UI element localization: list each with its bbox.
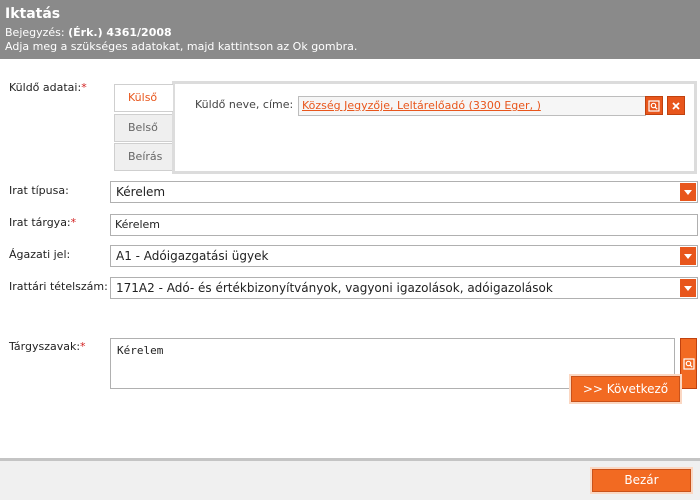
chevron-down-icon [680, 247, 696, 265]
subject-label-row: Irat tárgya:* [9, 216, 76, 229]
sector-value: A1 - Adóigazgatási ügyek [116, 249, 269, 263]
close-icon [672, 101, 680, 110]
filing-value: 171A2 - Adó- és értékbizonyítványok, vag… [116, 281, 553, 295]
sender-name-link[interactable]: Község Jegyzője, Leltárelőadó (3300 Eger… [298, 96, 646, 116]
sender-label-row: Küldő adatai:* [9, 81, 87, 94]
next-button[interactable]: >> Következő [571, 376, 680, 402]
chevron-down-icon [680, 183, 696, 201]
sender-panel: Küldő neve, címe: Község Jegyzője, Leltá… [172, 81, 697, 174]
doc-type-value: Kérelem [116, 185, 166, 199]
filing-label: Irattári tételszám: [9, 280, 108, 293]
sector-label: Ágazati jel: [9, 248, 71, 261]
chevron-down-icon [680, 279, 696, 297]
dialog-title: Iktatás [5, 6, 61, 22]
sender-label: Küldő adatai: [9, 81, 82, 94]
search-icon [648, 99, 660, 112]
sender-clear-button[interactable] [667, 96, 685, 115]
filing-select[interactable]: 171A2 - Adó- és értékbizonyítványok, vag… [110, 277, 698, 299]
close-button[interactable]: Bezár [592, 469, 691, 492]
tab-kulso[interactable]: Külső [114, 84, 173, 112]
dialog-header: Iktatás Bejegyzés: (Érk.) 4361/2008 Adja… [0, 0, 700, 59]
instruction-text: Adja meg a szükséges adatokat, majd katt… [5, 40, 358, 53]
entry-value: (Érk.) 4361/2008 [68, 26, 172, 39]
entry-prefix: Bejegyzés: [5, 26, 69, 39]
keywords-label-row: Tárgyszavak:* [9, 340, 86, 353]
keywords-search-button[interactable] [680, 338, 697, 389]
subject-label: Irat tárgya: [9, 216, 71, 229]
subject-input[interactable]: Kérelem [110, 214, 698, 236]
sender-name-label: Küldő neve, címe: [195, 98, 294, 111]
required-mark: * [80, 340, 86, 353]
sender-search-button[interactable] [645, 96, 663, 115]
tab-beiras[interactable]: Beírás [114, 143, 173, 171]
sector-select[interactable]: A1 - Adóigazgatási ügyek [110, 245, 698, 267]
required-mark: * [70, 216, 77, 229]
doc-type-select[interactable]: Kérelem [110, 181, 698, 203]
entry-line: Bejegyzés: (Érk.) 4361/2008 [5, 26, 695, 40]
doc-type-label: Irat típusa: [9, 184, 69, 197]
keywords-label: Tárgyszavak: [9, 340, 81, 353]
search-icon [682, 357, 695, 370]
tab-belso[interactable]: Belső [114, 114, 173, 142]
required-mark: * [81, 81, 87, 94]
